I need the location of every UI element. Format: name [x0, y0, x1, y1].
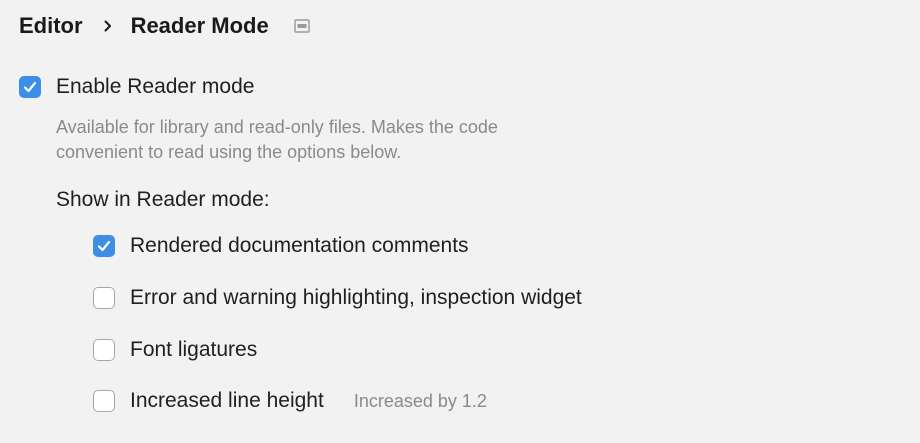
hint-line-2: convenient to read using the options bel… [56, 142, 402, 162]
line-height-hint: Increased by 1.2 [353, 390, 487, 411]
project-scope-icon [294, 19, 310, 33]
error-highlighting-label[interactable]: Error and warning highlighting, inspecti… [130, 286, 582, 310]
line-height-checkbox[interactable] [93, 390, 115, 412]
line-height-label[interactable]: Increased line height [130, 389, 324, 413]
rendered-docs-label[interactable]: Rendered documentation comments [130, 234, 469, 258]
breadcrumb-editor[interactable]: Editor [19, 13, 83, 39]
font-ligatures-label[interactable]: Font ligatures [130, 338, 257, 362]
enable-reader-mode-label[interactable]: Enable Reader mode [56, 75, 254, 99]
rendered-docs-checkbox[interactable] [93, 235, 115, 257]
option-font-ligatures-row[interactable]: Font ligatures [93, 338, 257, 362]
option-line-height-row[interactable]: Increased line height Increased by 1.2 [93, 389, 487, 413]
checkmark-icon [23, 81, 37, 93]
show-in-reader-mode-label: Show in Reader mode: [56, 188, 270, 211]
page-title: Reader Mode [130, 13, 269, 38]
option-rendered-docs-row[interactable]: Rendered documentation comments [93, 234, 469, 258]
settings-page: Editor Reader Mode Enable Reader mode Av… [0, 0, 920, 443]
breadcrumb: Editor Reader Mode [19, 10, 310, 42]
option-error-highlighting-row[interactable]: Error and warning highlighting, inspecti… [93, 286, 582, 310]
error-highlighting-checkbox[interactable] [93, 287, 115, 309]
checkmark-icon [97, 240, 111, 252]
font-ligatures-checkbox[interactable] [93, 339, 115, 361]
hint-line-1: Available for library and read-only file… [56, 117, 498, 137]
chevron-right-icon [103, 19, 113, 33]
enable-reader-mode-checkbox[interactable] [19, 76, 41, 98]
enable-reader-mode-hint: Available for library and read-only file… [56, 115, 656, 165]
enable-reader-mode-row[interactable]: Enable Reader mode [19, 75, 254, 99]
